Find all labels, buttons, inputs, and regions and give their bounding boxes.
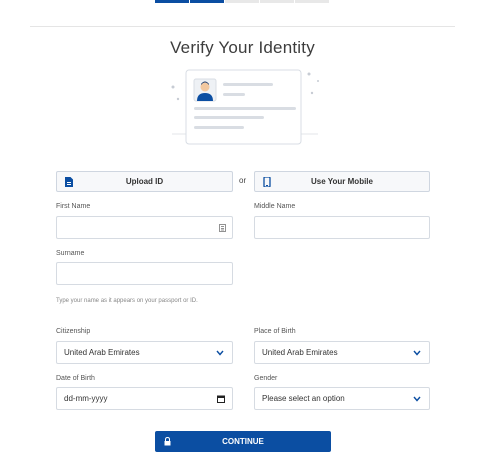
citizenship-value: United Arab Emirates: [64, 348, 140, 357]
progress-step: [260, 0, 294, 3]
chevron-down-icon: [413, 350, 421, 356]
gender-select[interactable]: Please select an option: [254, 387, 430, 410]
progress-step: [225, 0, 259, 3]
progress-step: [295, 0, 329, 3]
progress-step: [190, 0, 224, 3]
use-mobile-label: Use Your Mobile: [311, 177, 373, 186]
upload-id-button[interactable]: Upload ID: [56, 171, 233, 192]
citizenship-label: Citizenship: [56, 328, 91, 335]
lock-icon: [164, 437, 171, 446]
chevron-down-icon: [216, 350, 224, 356]
place-of-birth-value: United Arab Emirates: [262, 348, 338, 357]
first-name-field[interactable]: [56, 216, 233, 239]
header-divider: [30, 26, 455, 27]
mobile-phone-icon: [263, 177, 271, 187]
gender-label: Gender: [254, 375, 278, 382]
date-of-birth-label: Date of Birth: [56, 375, 95, 382]
contact-card-icon[interactable]: [219, 224, 226, 232]
name-hint: Type your name as it appears on your pas…: [56, 298, 198, 304]
citizenship-select[interactable]: United Arab Emirates: [56, 341, 233, 364]
date-of-birth-field[interactable]: dd-mm-yyyy: [56, 387, 233, 410]
progress-step: [155, 0, 189, 3]
continue-label: CONTINUE: [222, 437, 264, 446]
place-of-birth-label: Place of Birth: [254, 328, 296, 335]
surname-label: Surname: [56, 250, 85, 257]
surname-field[interactable]: [56, 262, 233, 285]
date-of-birth-value: dd-mm-yyyy: [64, 394, 108, 403]
id-card-icon: [65, 177, 73, 187]
first-name-label: First Name: [56, 203, 91, 210]
id-card-illustration: [171, 69, 319, 145]
middle-name-label: Middle Name: [254, 203, 296, 210]
calendar-icon[interactable]: [217, 395, 225, 403]
middle-name-field[interactable]: [254, 216, 430, 239]
gender-value: Please select an option: [262, 394, 345, 403]
page-title: Verify Your Identity: [170, 38, 315, 57]
chevron-down-icon: [413, 396, 421, 402]
place-of-birth-select[interactable]: United Arab Emirates: [254, 341, 430, 364]
or-separator: or: [239, 176, 247, 185]
upload-id-label: Upload ID: [125, 177, 164, 186]
progress-bar: [155, 0, 330, 4]
use-mobile-button[interactable]: Use Your Mobile: [254, 171, 430, 192]
continue-button[interactable]: CONTINUE: [155, 431, 331, 452]
